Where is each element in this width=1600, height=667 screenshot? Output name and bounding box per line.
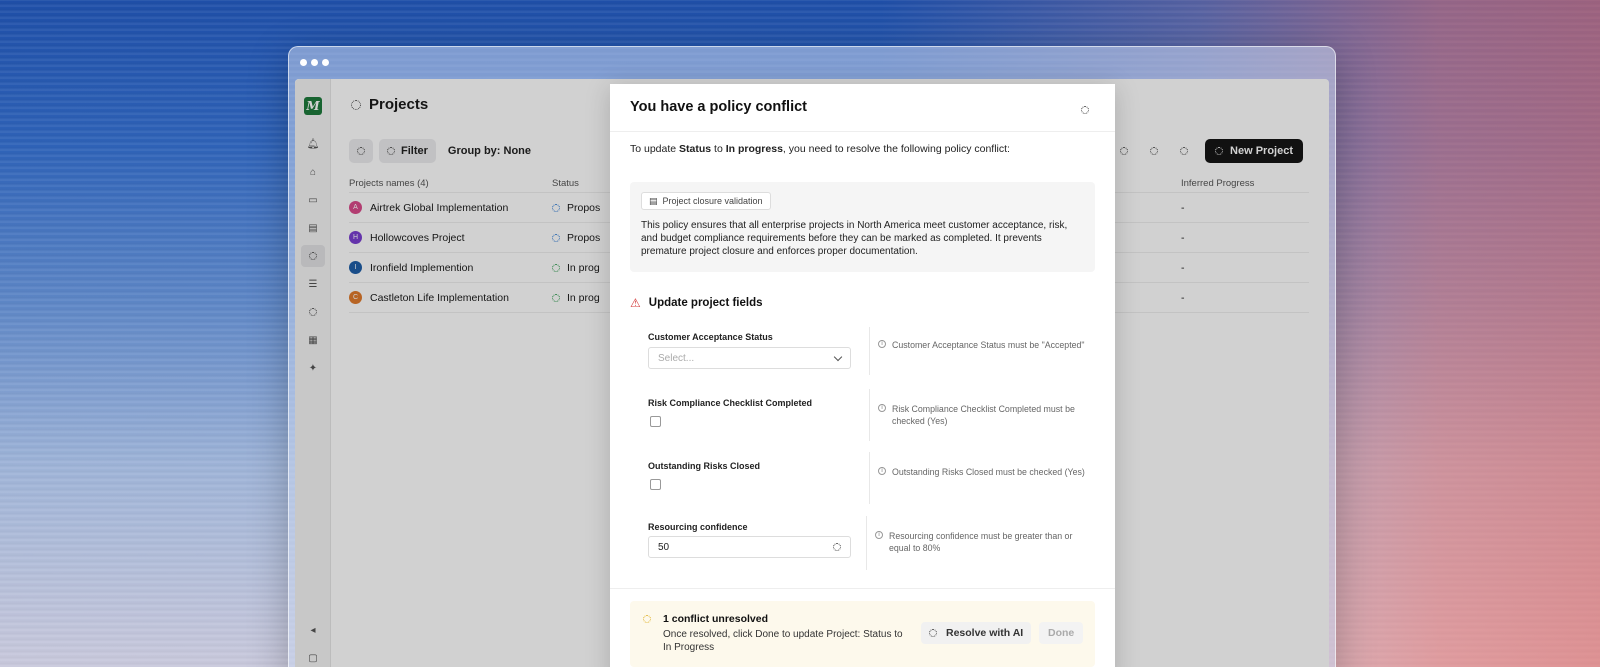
hint-text: Customer Acceptance Status must be "Acce… bbox=[892, 340, 1085, 350]
risk-checklist-field: Risk Compliance Checklist Completed bbox=[648, 398, 868, 427]
conflict-subtitle: Once resolved, click Done to update Proj… bbox=[663, 629, 903, 653]
divider bbox=[610, 131, 1115, 132]
field-label: Resourcing confidence bbox=[648, 522, 748, 532]
field-label: Outstanding Risks Closed bbox=[648, 461, 761, 471]
conflict-title: 1 conflict unresolved bbox=[663, 613, 769, 625]
intro-text: To update bbox=[630, 143, 680, 155]
divider bbox=[866, 516, 867, 570]
divider bbox=[869, 327, 870, 375]
section-header: ⚠ Update project fields bbox=[630, 296, 763, 310]
chevron-down-icon bbox=[833, 352, 843, 361]
window-dot[interactable] bbox=[300, 59, 307, 66]
ai-icon bbox=[929, 629, 937, 637]
intro-field: Status bbox=[679, 143, 712, 155]
input-value: 50 bbox=[658, 541, 670, 553]
policy-description: This policy ensures that all enterprise … bbox=[641, 220, 1068, 257]
section-title: Update project fields bbox=[648, 297, 763, 309]
risk-checklist-checkbox[interactable] bbox=[650, 416, 661, 427]
field-hint: i Outstanding Risks Closed must be check… bbox=[878, 466, 1088, 478]
loader-icon bbox=[833, 543, 841, 551]
intro-value: In progress bbox=[725, 143, 783, 155]
modal-footer: 1 conflict unresolved Once resolved, cli… bbox=[610, 588, 1115, 667]
hint-text: Risk Compliance Checklist Completed must… bbox=[892, 404, 1075, 426]
outstanding-risks-checkbox[interactable] bbox=[650, 479, 661, 490]
modal-intro: To update Status to In progress, you nee… bbox=[630, 143, 1010, 155]
field-label: Customer Acceptance Status bbox=[648, 332, 773, 342]
divider bbox=[869, 389, 870, 441]
hint-text: Outstanding Risks Closed must be checked… bbox=[892, 467, 1085, 477]
divider bbox=[869, 452, 870, 504]
info-icon: i bbox=[878, 404, 886, 412]
done-button[interactable]: Done bbox=[1039, 622, 1084, 644]
close-icon[interactable] bbox=[1081, 101, 1089, 119]
policy-chip-label: Project closure validation bbox=[662, 196, 763, 206]
modal-title: You have a policy conflict bbox=[630, 99, 807, 115]
window-controls bbox=[300, 59, 329, 66]
resolve-with-ai-button[interactable]: Resolve with AI bbox=[921, 622, 1032, 644]
window-dot[interactable] bbox=[311, 59, 318, 66]
resourcing-input[interactable]: 50 bbox=[648, 536, 851, 558]
policy-chip[interactable]: ▤ Project closure validation bbox=[641, 192, 771, 210]
hint-text: Resourcing confidence must be greater th… bbox=[889, 531, 1073, 553]
pending-icon bbox=[643, 615, 651, 623]
ai-button-label: Resolve with AI bbox=[946, 627, 1024, 639]
field-hint: i Customer Acceptance Status must be "Ac… bbox=[878, 339, 1088, 351]
field-hint: i Resourcing confidence must be greater … bbox=[875, 530, 1085, 554]
info-icon: i bbox=[878, 340, 886, 348]
window-dot[interactable] bbox=[322, 59, 329, 66]
field-hint: i Risk Compliance Checklist Completed mu… bbox=[878, 403, 1088, 427]
resourcing-field: Resourcing confidence 50 bbox=[648, 522, 868, 558]
document-icon: ▤ bbox=[649, 195, 658, 206]
outstanding-risks-field: Outstanding Risks Closed bbox=[648, 461, 868, 490]
policy-conflict-modal: You have a policy conflict To update Sta… bbox=[610, 84, 1115, 667]
intro-text: , you need to resolve the following poli… bbox=[782, 143, 1010, 155]
customer-acceptance-field: Customer Acceptance Status Select... bbox=[648, 332, 868, 369]
info-icon: i bbox=[878, 467, 886, 475]
policy-card: ▤ Project closure validation This policy… bbox=[630, 182, 1095, 272]
warning-icon: ⚠ bbox=[630, 296, 641, 310]
select-placeholder: Select... bbox=[658, 352, 695, 364]
conflict-banner: 1 conflict unresolved Once resolved, cli… bbox=[630, 601, 1095, 667]
info-icon: i bbox=[875, 531, 883, 539]
intro-text: to bbox=[711, 143, 726, 155]
field-label: Risk Compliance Checklist Completed bbox=[648, 398, 813, 408]
customer-acceptance-select[interactable]: Select... bbox=[648, 347, 851, 369]
